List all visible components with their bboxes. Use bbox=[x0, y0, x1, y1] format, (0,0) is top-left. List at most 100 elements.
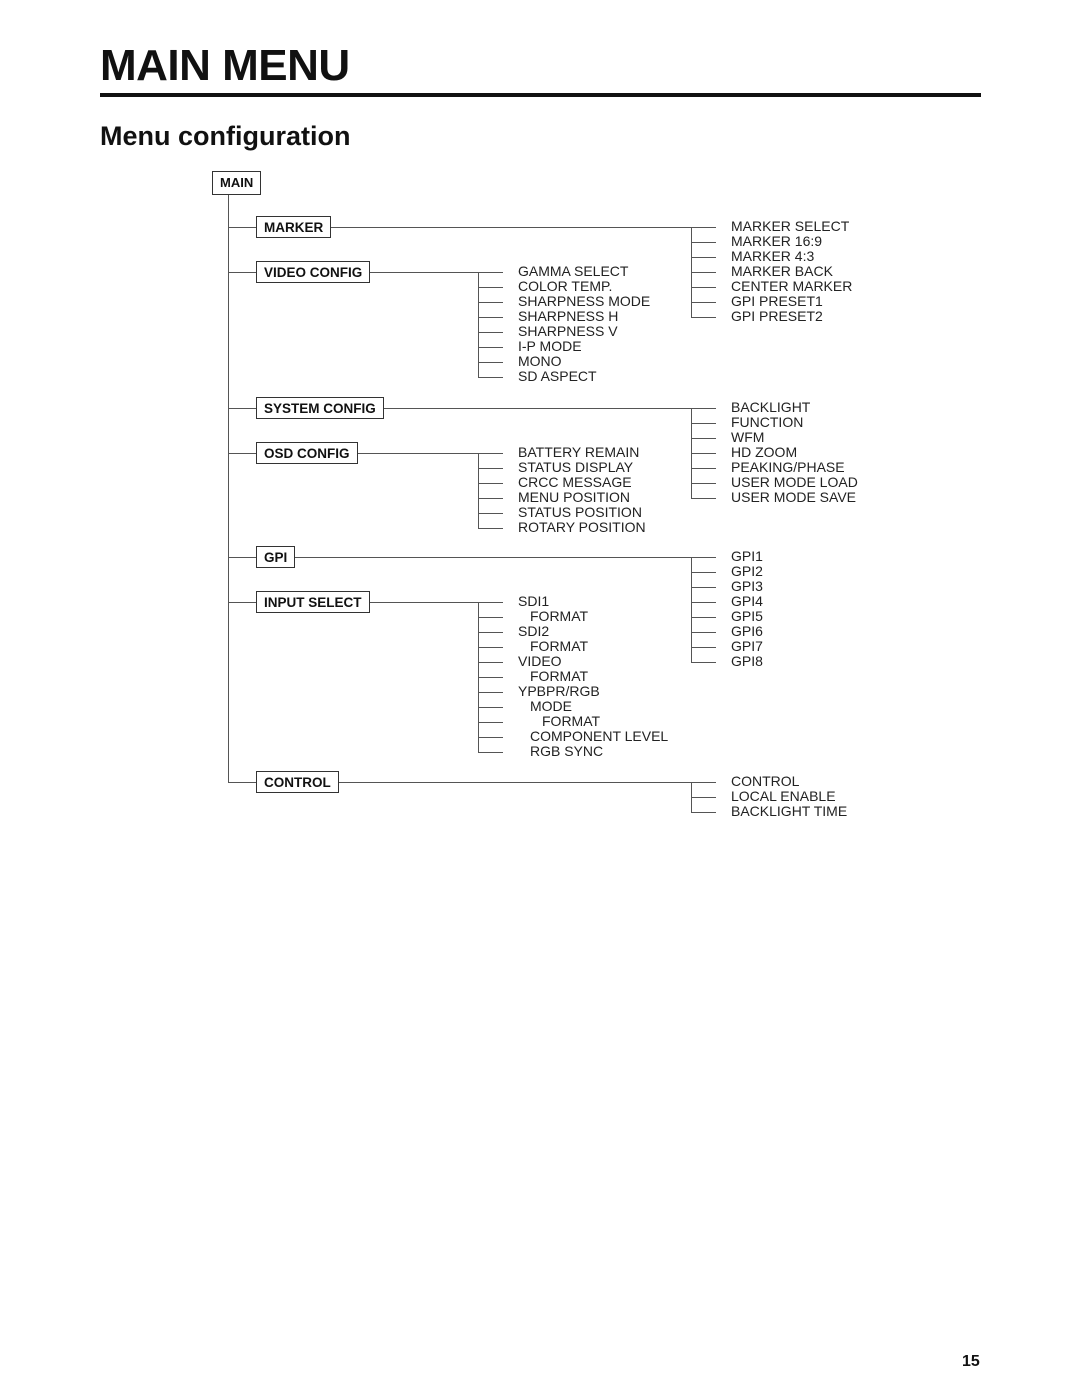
menu-item: GAMMA SELECT bbox=[518, 263, 629, 279]
menu-item: GPI3 bbox=[731, 578, 763, 594]
item-tick bbox=[691, 453, 716, 454]
menu-item: YPBPR/RGB bbox=[518, 683, 600, 699]
item-tick bbox=[478, 317, 503, 318]
menu-item: MARKER SELECT bbox=[731, 218, 850, 234]
menu-item: SHARPNESS V bbox=[518, 323, 618, 339]
menu-item: BACKLIGHT TIME bbox=[731, 803, 848, 819]
item-tick bbox=[691, 483, 716, 484]
item-tick bbox=[478, 752, 503, 753]
menu-item: COLOR TEMP. bbox=[518, 278, 613, 294]
menu-box-video-config: VIDEO CONFIG bbox=[256, 261, 371, 283]
menu-item: SDI1 bbox=[518, 593, 550, 609]
item-tick bbox=[478, 737, 503, 738]
item-tick bbox=[478, 377, 503, 378]
item-tick bbox=[691, 287, 716, 288]
menu-item: GPI4 bbox=[731, 593, 763, 609]
item-tick bbox=[478, 498, 503, 499]
menu-item: MENU POSITION bbox=[518, 489, 631, 505]
spine-connector bbox=[228, 557, 256, 558]
spine-connector bbox=[228, 272, 256, 273]
menu-box-marker: MARKER bbox=[256, 216, 332, 238]
menu-item: BACKLIGHT bbox=[731, 399, 811, 415]
menu-connector bbox=[370, 272, 478, 273]
item-tick bbox=[478, 453, 503, 454]
item-tick bbox=[478, 617, 503, 618]
spine-connector bbox=[228, 453, 256, 454]
branch-line bbox=[478, 453, 479, 528]
item-tick bbox=[691, 647, 716, 648]
spine-connector bbox=[228, 782, 256, 783]
menu-connector bbox=[383, 408, 691, 409]
menu-item: FORMAT bbox=[530, 638, 589, 654]
menu-item: GPI7 bbox=[731, 638, 763, 654]
spine-connector bbox=[228, 227, 256, 228]
menu-item: FORMAT bbox=[542, 713, 601, 729]
item-tick bbox=[691, 632, 716, 633]
item-tick bbox=[478, 602, 503, 603]
item-tick bbox=[478, 362, 503, 363]
item-tick bbox=[691, 468, 716, 469]
item-tick bbox=[478, 632, 503, 633]
menu-item: CONTROL bbox=[731, 773, 800, 789]
menu-item: MARKER 4:3 bbox=[731, 248, 815, 264]
item-tick bbox=[478, 722, 503, 723]
menu-item: SHARPNESS MODE bbox=[518, 293, 651, 309]
menu-tree-diagram: MAIN MARKER MARKER SELECT MARKER 16:9 MARKER… bbox=[0, 0, 1080, 900]
menu-box-control: CONTROL bbox=[256, 771, 339, 793]
menu-item: VIDEO bbox=[518, 653, 562, 669]
menu-item: GPI2 bbox=[731, 563, 763, 579]
menu-connector bbox=[369, 602, 478, 603]
item-tick bbox=[478, 513, 503, 514]
item-tick bbox=[478, 483, 503, 484]
menu-item: USER MODE LOAD bbox=[731, 474, 858, 490]
menu-item: GPI8 bbox=[731, 653, 763, 669]
item-tick bbox=[478, 468, 503, 469]
item-tick bbox=[478, 692, 503, 693]
item-tick bbox=[691, 797, 716, 798]
item-tick bbox=[691, 587, 716, 588]
spine-connector bbox=[228, 408, 256, 409]
menu-box-osd-config: OSD CONFIG bbox=[256, 442, 358, 464]
tree-spine bbox=[228, 195, 229, 782]
menu-item: CENTER MARKER bbox=[731, 278, 853, 294]
item-tick bbox=[478, 302, 503, 303]
item-tick bbox=[691, 242, 716, 243]
menu-item: PEAKING/PHASE bbox=[731, 459, 845, 475]
menu-item: CRCC MESSAGE bbox=[518, 474, 632, 490]
menu-item: GPI5 bbox=[731, 608, 763, 624]
item-tick bbox=[691, 438, 716, 439]
item-tick bbox=[691, 302, 716, 303]
item-tick bbox=[691, 602, 716, 603]
item-tick bbox=[691, 257, 716, 258]
item-tick bbox=[691, 662, 716, 663]
item-tick bbox=[478, 287, 503, 288]
menu-item: FORMAT bbox=[530, 608, 589, 624]
menu-connector bbox=[331, 227, 691, 228]
menu-item: MONO bbox=[518, 353, 562, 369]
menu-connector bbox=[338, 782, 691, 783]
item-tick bbox=[691, 227, 716, 228]
menu-item: STATUS POSITION bbox=[518, 504, 642, 520]
menu-item: SD ASPECT bbox=[518, 368, 597, 384]
item-tick bbox=[691, 782, 716, 783]
menu-item: LOCAL ENABLE bbox=[731, 788, 836, 804]
item-tick bbox=[478, 662, 503, 663]
menu-item: BATTERY REMAIN bbox=[518, 444, 640, 460]
menu-item: GPI1 bbox=[731, 548, 763, 564]
menu-item: I-P MODE bbox=[518, 338, 582, 354]
item-tick bbox=[691, 408, 716, 409]
item-tick bbox=[691, 423, 716, 424]
menu-item: USER MODE SAVE bbox=[731, 489, 856, 505]
menu-item: RGB SYNC bbox=[530, 743, 604, 759]
item-tick bbox=[478, 647, 503, 648]
menu-box-system-config: SYSTEM CONFIG bbox=[256, 397, 384, 419]
menu-item: SDI2 bbox=[518, 623, 550, 639]
item-tick bbox=[691, 617, 716, 618]
menu-item: ROTARY POSITION bbox=[518, 519, 646, 535]
page-number: 15 bbox=[962, 1353, 980, 1370]
item-tick bbox=[691, 557, 716, 558]
menu-connector bbox=[357, 453, 478, 454]
item-tick bbox=[478, 707, 503, 708]
menu-box-main: MAIN bbox=[212, 171, 262, 195]
menu-item: HD ZOOM bbox=[731, 444, 798, 460]
